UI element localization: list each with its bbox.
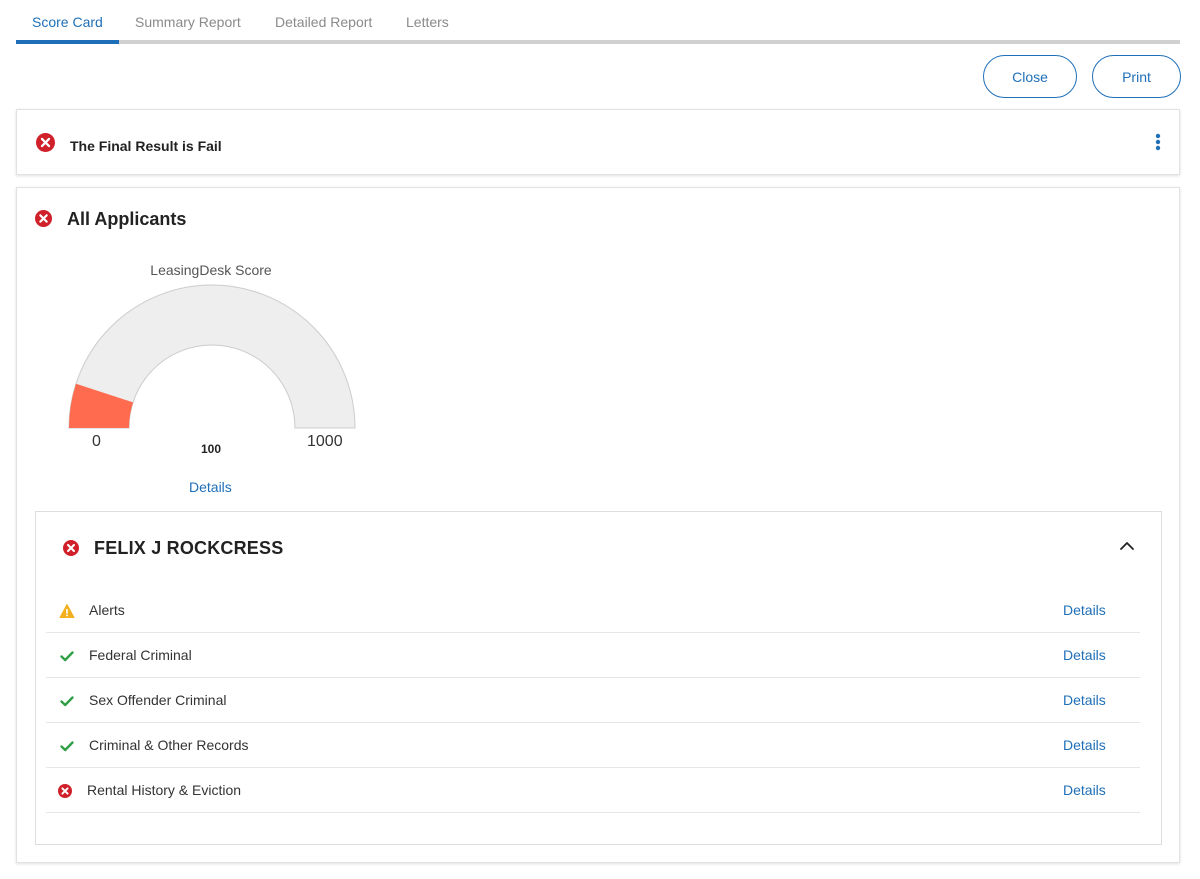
check-label: Rental History & Eviction bbox=[87, 782, 242, 798]
report-tabs: Score Card Summary Report Detailed Repor… bbox=[16, 0, 1180, 44]
fail-circle-icon bbox=[58, 784, 72, 798]
final-result-text: The Final Result is Fail bbox=[70, 138, 222, 154]
gauge-value-label: 100 bbox=[200, 442, 222, 456]
alerts-details-link[interactable]: Details bbox=[1063, 602, 1106, 618]
fail-circle-icon bbox=[36, 133, 55, 152]
applicant-panel: FELIX J ROCKCRESS Alerts Details Federal… bbox=[35, 511, 1162, 845]
chevron-up-icon[interactable] bbox=[1119, 540, 1135, 552]
all-applicants-card: All Applicants LeasingDesk Score 0 100 1… bbox=[16, 187, 1180, 863]
active-tab-indicator bbox=[16, 40, 119, 44]
list-item: Sex Offender Criminal Details bbox=[46, 678, 1140, 723]
tab-score-card[interactable]: Score Card bbox=[32, 14, 103, 30]
gauge-max-label: 1000 bbox=[307, 433, 343, 450]
kebab-menu-icon[interactable] bbox=[1153, 132, 1163, 152]
check-label: Criminal & Other Records bbox=[89, 737, 249, 753]
gauge-min-label: 0 bbox=[92, 433, 101, 450]
check-label: Sex Offender Criminal bbox=[89, 692, 227, 708]
list-item: Criminal & Other Records Details bbox=[46, 723, 1140, 768]
applicant-name: FELIX J ROCKCRESS bbox=[94, 538, 284, 558]
gauge-title: LeasingDesk Score bbox=[150, 262, 272, 278]
check-icon bbox=[60, 696, 74, 707]
print-button[interactable]: Print bbox=[1092, 55, 1181, 98]
check-label: Federal Criminal bbox=[89, 647, 192, 663]
final-result-card: The Final Result is Fail bbox=[16, 109, 1180, 175]
tab-summary-report[interactable]: Summary Report bbox=[135, 14, 241, 30]
screening-checks-list: Alerts Details Federal Criminal Details … bbox=[46, 588, 1140, 813]
sex-offender-details-link[interactable]: Details bbox=[1063, 692, 1106, 708]
check-label: Alerts bbox=[89, 602, 125, 618]
section-title: All Applicants bbox=[67, 209, 187, 229]
criminal-records-details-link[interactable]: Details bbox=[1063, 737, 1106, 753]
fail-circle-icon bbox=[63, 540, 79, 556]
warning-icon bbox=[59, 604, 75, 618]
list-item: Rental History & Eviction Details bbox=[46, 768, 1140, 813]
federal-criminal-details-link[interactable]: Details bbox=[1063, 647, 1106, 663]
score-details-link[interactable]: Details bbox=[189, 479, 232, 495]
fail-circle-icon bbox=[35, 210, 52, 227]
tab-detailed-report[interactable]: Detailed Report bbox=[275, 14, 372, 30]
tab-letters[interactable]: Letters bbox=[406, 14, 449, 30]
check-icon bbox=[60, 741, 74, 752]
list-item: Alerts Details bbox=[46, 588, 1140, 633]
rental-history-details-link[interactable]: Details bbox=[1063, 782, 1106, 798]
check-icon bbox=[60, 651, 74, 662]
score-gauge bbox=[68, 284, 356, 429]
list-item: Federal Criminal Details bbox=[46, 633, 1140, 678]
close-button[interactable]: Close bbox=[983, 55, 1077, 98]
